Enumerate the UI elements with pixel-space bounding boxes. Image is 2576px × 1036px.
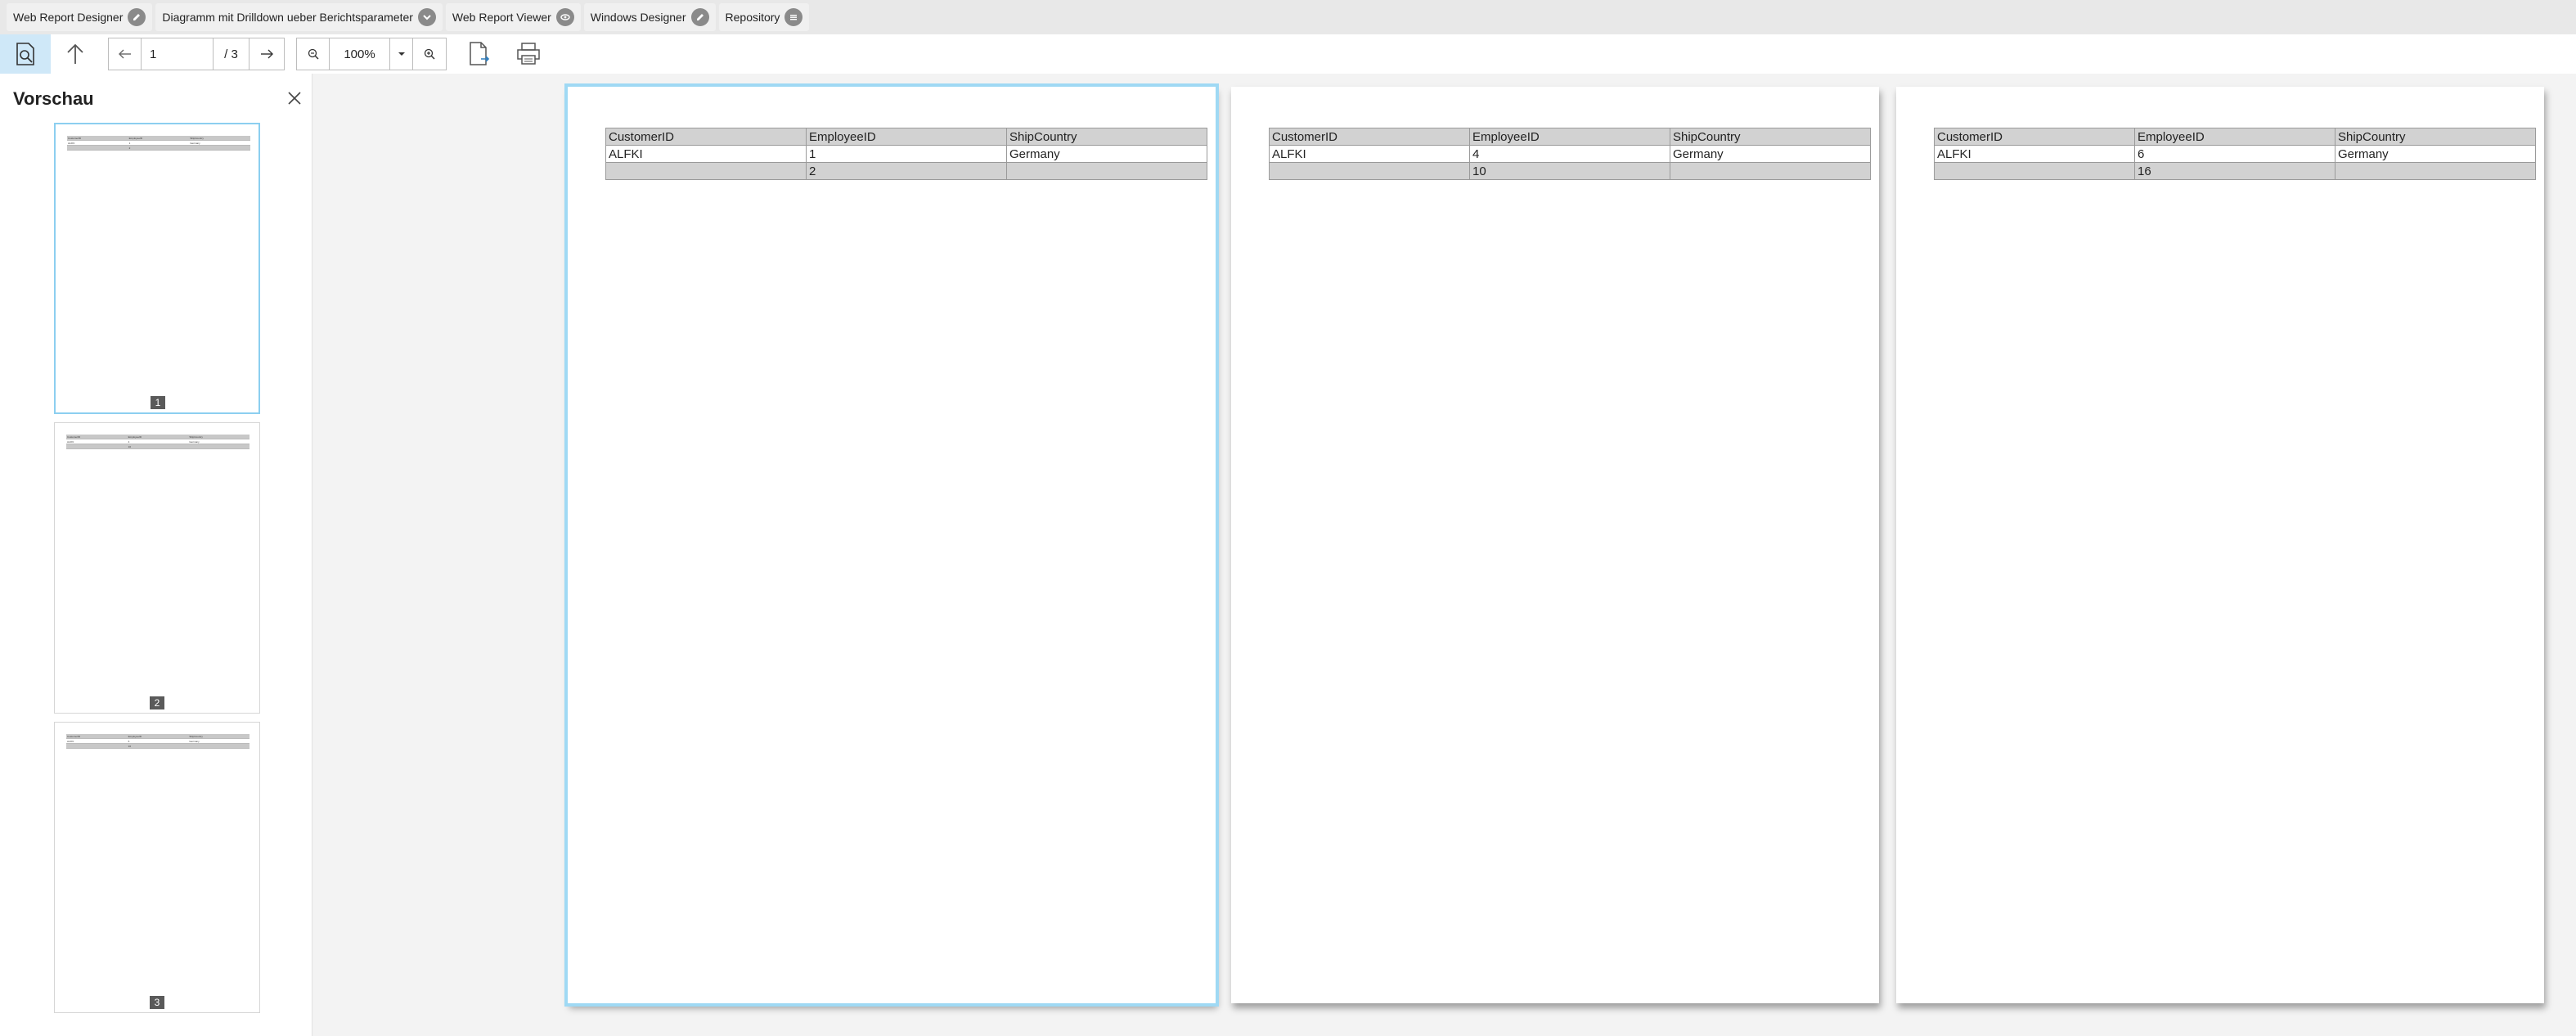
table-summary-row: 10 [1269, 162, 1871, 180]
table-cell [1934, 162, 2135, 180]
report-page-2[interactable]: CustomerID EmployeeID ShipCountry ALFKI … [1231, 87, 1879, 1003]
table-cell: 16 [2134, 162, 2335, 180]
table-cell [2335, 162, 2536, 180]
table-cell [1269, 162, 1470, 180]
tab-repository[interactable]: Repository [718, 3, 810, 31]
table-cell: ALFKI [1934, 145, 2135, 163]
table-summary-row: 16 [1934, 162, 2536, 180]
thumbnail-page-number: 3 [150, 996, 164, 1009]
table-cell [1670, 162, 1871, 180]
viewer-toolbar: 1 / 3 100% [0, 34, 2576, 74]
export-document-icon [470, 42, 490, 65]
arrow-up-icon [67, 43, 83, 64]
preview-sidebar: Vorschau CustomerID EmployeeID ShipCountry… [0, 74, 312, 1036]
report-table: CustomerID EmployeeID ShipCountry ALFKI … [1934, 128, 2536, 180]
table-cell: 6 [2134, 145, 2335, 163]
chevron-down-icon[interactable] [417, 8, 436, 26]
table-summary-row: 2 [605, 162, 1207, 180]
tab-web-report-viewer[interactable]: Web Report Viewer [445, 3, 581, 31]
thumbnail-page-number: 2 [150, 696, 164, 709]
printer-icon [517, 43, 540, 65]
table-cell [605, 162, 807, 180]
table-cell: 10 [1469, 162, 1670, 180]
report-page-3[interactable]: CustomerID EmployeeID ShipCountry ALFKI … [1896, 87, 2544, 1003]
zoom-level-input[interactable]: 100% [330, 38, 390, 70]
tab-diagramm-drilldown[interactable]: Diagramm mit Drilldown ueber Berichtspar… [155, 3, 443, 31]
thumbnail-page-number: 1 [151, 396, 165, 409]
column-header: ShipCountry [2335, 128, 2536, 146]
thumbnail-page-3[interactable]: CustomerID EmployeeID ShipCountry ALFKI 6 Ge… [54, 722, 260, 1013]
sidebar-title: Vorschau [13, 88, 94, 109]
table-cell: Germany [1670, 145, 1871, 163]
table-header-row: CustomerID EmployeeID ShipCountry [1934, 128, 2536, 146]
page-navigation: 1 / 3 [108, 38, 285, 70]
column-header: CustomerID [605, 128, 807, 146]
zoom-out-button[interactable] [297, 38, 330, 70]
column-header: CustomerID [1934, 128, 2135, 146]
export-button[interactable] [455, 38, 504, 70]
table-cell: Germany [2335, 145, 2536, 163]
thumbnail-page-1[interactable]: CustomerID EmployeeID ShipCountry ALFKI 1 Ge… [54, 123, 260, 414]
preview-toggle-button[interactable] [0, 34, 51, 74]
arrow-left-icon [118, 49, 131, 59]
report-table: CustomerID EmployeeID ShipCountry ALFKI … [1269, 128, 1871, 180]
zoom-in-button[interactable] [413, 38, 446, 70]
caret-down-icon [398, 52, 405, 56]
column-header: EmployeeID [806, 128, 1007, 146]
zoom-dropdown-button[interactable] [390, 38, 413, 70]
close-sidebar-button[interactable] [285, 88, 304, 108]
thumbnail-content: CustomerID EmployeeID ShipCountry ALFKI 1 Ge… [67, 136, 250, 151]
table-cell: 2 [806, 162, 1007, 180]
zoom-out-icon [308, 48, 319, 60]
next-page-button[interactable] [250, 38, 284, 70]
print-button[interactable] [504, 38, 553, 70]
close-icon [288, 92, 301, 105]
column-header: ShipCountry [1006, 128, 1207, 146]
column-header: ShipCountry [1670, 128, 1871, 146]
table-cell: ALFKI [1269, 145, 1470, 163]
tab-label: Web Report Viewer [452, 11, 551, 24]
pencil-icon[interactable] [690, 8, 709, 26]
report-viewer-area[interactable]: CustomerID EmployeeID ShipCountry ALFKI … [313, 74, 2576, 1036]
tab-windows-designer[interactable]: Windows Designer [583, 3, 716, 31]
table-cell: 4 [1469, 145, 1670, 163]
zoom-in-icon [424, 48, 435, 60]
tab-web-report-designer[interactable]: Web Report Designer [7, 3, 153, 31]
zoom-controls: 100% [296, 38, 447, 70]
report-page-1[interactable]: CustomerID EmployeeID ShipCountry ALFKI … [564, 83, 1219, 1007]
page-number-input[interactable]: 1 [142, 38, 214, 70]
page-total-label: / 3 [214, 38, 250, 70]
pencil-icon[interactable] [128, 8, 146, 26]
list-icon[interactable] [784, 8, 803, 26]
arrow-right-icon [261, 49, 273, 59]
tab-label: Windows Designer [590, 11, 686, 24]
table-cell: Germany [1006, 145, 1207, 163]
tab-label: Diagramm mit Drilldown ueber Berichtspar… [162, 11, 413, 24]
eye-icon[interactable] [555, 8, 574, 26]
top-nav-bar: Web Report Designer Diagramm mit Drilldo… [0, 0, 2576, 34]
report-table: CustomerID EmployeeID ShipCountry ALFKI … [605, 128, 1207, 180]
previous-page-button[interactable] [109, 38, 142, 70]
document-search-icon [16, 43, 34, 65]
parent-report-button[interactable] [51, 38, 100, 70]
table-cell: 1 [806, 145, 1007, 163]
column-header: CustomerID [1269, 128, 1470, 146]
column-header: EmployeeID [1469, 128, 1670, 146]
thumbnail-content: CustomerID EmployeeID ShipCountry ALFKI 6 Ge… [66, 734, 250, 749]
table-row: ALFKI 6 Germany [1934, 145, 2536, 163]
table-row: ALFKI 4 Germany [1269, 145, 1871, 163]
tab-label: Repository [725, 11, 780, 24]
thumbnail-content: CustomerID EmployeeID ShipCountry ALFKI 4 Ge… [66, 435, 250, 449]
table-row: ALFKI 1 Germany [605, 145, 1207, 163]
table-cell: ALFKI [605, 145, 807, 163]
table-header-row: CustomerID EmployeeID ShipCountry [605, 128, 1207, 146]
thumbnail-page-2[interactable]: CustomerID EmployeeID ShipCountry ALFKI 4 Ge… [54, 422, 260, 714]
column-header: EmployeeID [2134, 128, 2335, 146]
table-cell [1006, 162, 1207, 180]
tab-label: Web Report Designer [13, 11, 124, 24]
table-header-row: CustomerID EmployeeID ShipCountry [1269, 128, 1871, 146]
